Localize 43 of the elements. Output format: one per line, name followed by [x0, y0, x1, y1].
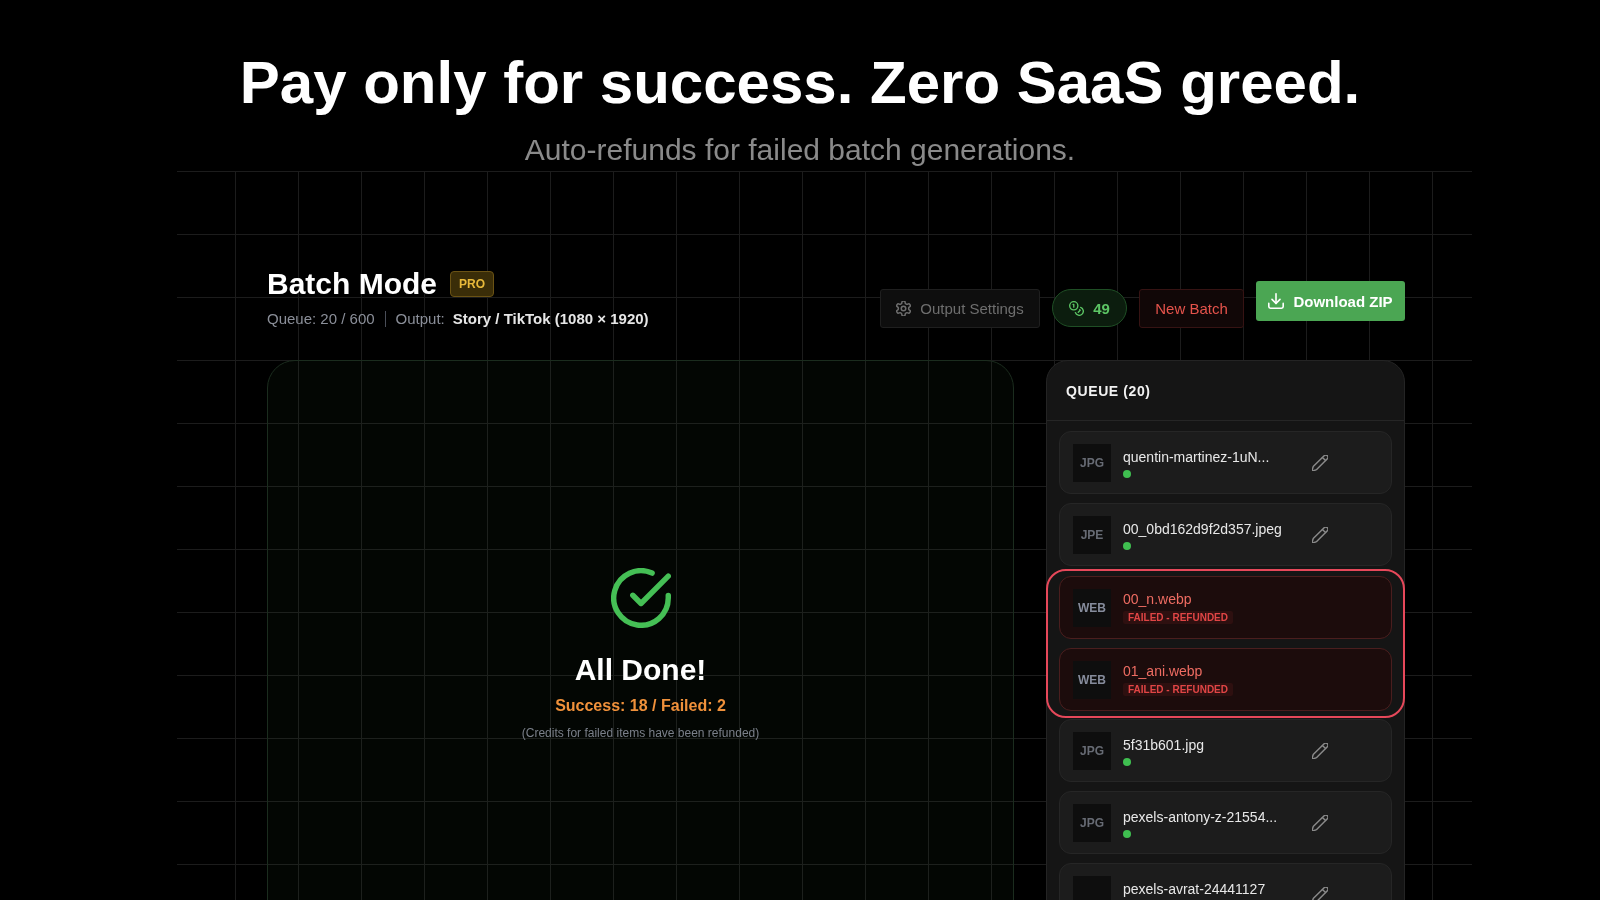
status-dot-icon [1123, 830, 1131, 838]
output-label: Output: [395, 309, 445, 329]
subheadline: Auto-refunds for failed batch generations. [523, 133, 1077, 167]
file-type-tile: WEB [1073, 588, 1111, 627]
output-settings-button[interactable]: Output Settings [880, 289, 1040, 328]
queue-title: QUEUE (20) [1066, 383, 1151, 399]
failed-refunded-badge: FAILED - REFUNDED [1123, 611, 1233, 624]
download-zip-button[interactable]: Download ZIP [1256, 281, 1405, 321]
new-batch-button[interactable]: New Batch [1139, 289, 1244, 328]
file-type-tile: JPG [1073, 443, 1111, 482]
batch-mode-title: Batch Mode [267, 266, 437, 302]
pencil-icon[interactable] [1312, 454, 1328, 471]
status-dot-icon [1123, 758, 1131, 766]
file-name: pexels-avrat-24441127 [1123, 881, 1266, 897]
output-format: Story / TikTok (1080 × 1920) [452, 309, 649, 329]
all-done-title: All Done! [574, 651, 707, 688]
file-name: quentin-martinez-1uN... [1123, 449, 1270, 465]
file-name: 00_n.webp [1123, 591, 1192, 607]
status-dot-icon [1123, 542, 1131, 550]
queue-count: Queue: 20 / 600 [267, 309, 375, 329]
pro-badge: PRO [450, 271, 495, 297]
failed-refunded-badge: FAILED - REFUNDED [1123, 683, 1233, 696]
pencil-icon[interactable] [1312, 814, 1328, 831]
coins-icon [1069, 300, 1085, 316]
check-circle-icon [610, 567, 671, 628]
file-type-tile: WEB [1073, 660, 1111, 699]
pencil-icon[interactable] [1312, 886, 1328, 900]
download-icon [1268, 293, 1285, 309]
pencil-icon[interactable] [1312, 742, 1328, 759]
credits-count: 49 [1093, 299, 1110, 317]
file-type-tile: JPG [1073, 731, 1111, 770]
file-name: pexels-antony-z-21554... [1123, 809, 1278, 825]
result-summary: Success: 18 / Failed: 2 [555, 695, 726, 716]
settings-icon [896, 301, 912, 316]
status-dot-icon [1123, 470, 1131, 478]
file-name: 5f31b601.jpg [1123, 737, 1204, 753]
file-name: 00_0bd162d9f2d357.jpeg [1123, 521, 1282, 537]
file-name: 01_ani.webp [1123, 663, 1203, 679]
file-type-tile: JPE [1073, 515, 1111, 554]
headline: Pay only for success. Zero SaaS greed. [238, 48, 1362, 118]
file-type-tile: JPG [1073, 803, 1111, 842]
pencil-icon[interactable] [1312, 526, 1328, 543]
refund-note: (Credits for failed items have been refunded) [521, 724, 760, 741]
